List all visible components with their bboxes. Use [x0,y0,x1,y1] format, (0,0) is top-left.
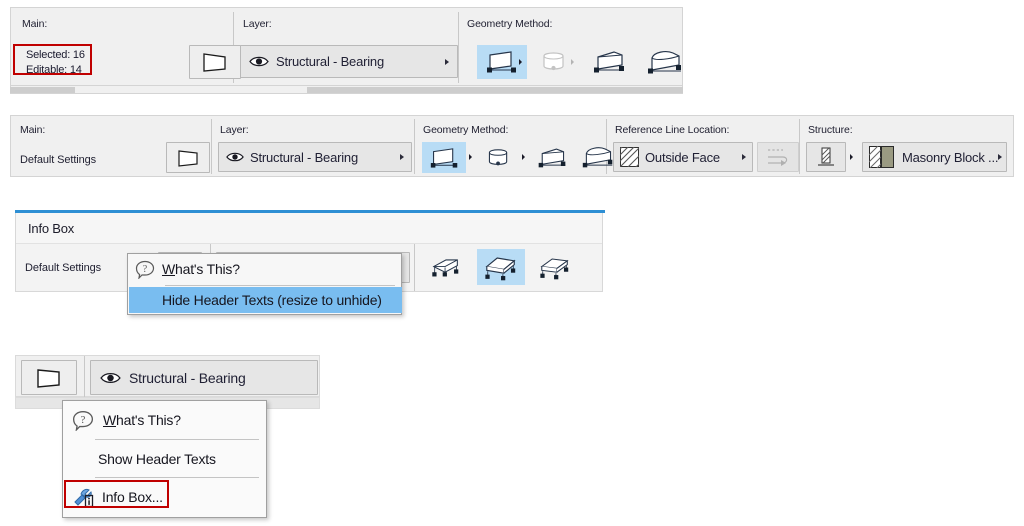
slab-plain-icon [538,255,572,280]
layer-value-p4: Structural - Bearing [129,369,246,386]
label-geometry-p2: Geometry Method: [423,124,509,136]
divider-2-p2 [414,119,415,174]
divider-4-p2 [799,119,800,174]
menu-item-info-box[interactable]: Info Box... [63,478,266,516]
wall-tool-button-p2[interactable] [166,142,210,173]
menu-item-hide-header-texts[interactable]: Hide Header Texts (resize to unhide) [129,287,402,313]
panel-info-box-compact: Structural - Bearing [15,355,320,397]
question-balloon-icon: ? [135,260,155,279]
menu-item-label: What's This? [162,261,240,277]
layer-combo-p2[interactable]: Structural - Bearing [218,142,412,172]
chevron-right-icon[interactable] [998,154,1003,160]
wall-tool-icon [176,148,201,168]
flip-wall-icon [765,147,791,167]
structure-type-button-p2[interactable] [806,142,846,172]
menu-item-whats-this-top[interactable]: ? What's This? [128,254,401,284]
chevron-right-icon[interactable] [742,154,746,160]
svg-text:?: ? [143,264,148,275]
polygon-wall-icon [646,49,684,76]
eye-icon [249,55,269,68]
geometry-curved-wall-p2[interactable] [477,142,519,173]
eye-icon [226,151,244,163]
reference-line-combo-p2[interactable]: Outside Face [613,142,753,172]
infobox-title: Info Box [28,221,75,236]
geometry-trapezoid-wall-p1[interactable] [583,45,635,79]
infobox-title-bar [16,213,602,244]
geometry-slab-solid-p3[interactable] [477,249,525,285]
wall-tool-button-p1[interactable] [189,45,241,79]
eye-icon [100,371,121,385]
menu-item-label: Show Header Texts [98,450,216,467]
masonry-swatch-icon [869,146,895,168]
panel1-hscrollbar-thumb[interactable] [10,87,75,93]
label-layer-p1: Layer: [243,18,272,30]
geometry-straight-submenu-arrow-p1[interactable] [519,59,522,65]
hatch-swatch-icon [620,147,639,167]
geometry-trapezoid-wall-p2[interactable] [530,142,574,173]
menu-separator-top [165,285,395,286]
structure-type-arrow-p2[interactable] [850,154,853,160]
geometry-straight-wall-p2[interactable] [422,142,466,173]
label-main-p1: Main: [22,18,48,30]
menu-item-label: Hide Header Texts (resize to unhide) [162,292,382,308]
panel-default-settings-wall: Main: Layer: Geometry Method: Reference … [10,115,1014,177]
label-geometry-p1: Geometry Method: [467,18,553,30]
divider-2-p3 [414,244,415,291]
layer-value-p1: Structural - Bearing [276,54,384,69]
main-value-p3: Default Settings [25,262,102,274]
trapezoid-wall-icon [591,49,627,75]
question-balloon-icon: ? [72,410,94,431]
label-main-p2: Main: [20,124,46,136]
composite-structure-icon [816,146,836,168]
divider-1-p4 [84,356,85,397]
panel-selected-elements: Main: Layer: Geometry Method: Selected: … [10,7,683,86]
chevron-right-icon[interactable] [445,58,449,65]
geometry-curved-submenu-arrow-p2[interactable] [522,154,525,160]
curved-wall-icon [538,49,570,75]
curved-wall-icon [484,146,513,170]
layer-combo-p1[interactable]: Structural - Bearing [240,45,458,78]
label-refline-p2: Reference Line Location: [615,124,730,136]
wall-tool-icon [34,366,64,390]
wall-tool-icon [201,51,229,73]
layer-combo-p4[interactable]: Structural - Bearing [90,360,318,395]
editable-count-label: Editable: 14 [26,64,82,76]
geometry-straight-submenu-arrow-p2[interactable] [469,154,472,160]
chevron-right-icon[interactable] [400,154,404,160]
wall-tool-button-p4[interactable] [21,360,77,395]
panel1-hscrollbar-thumb-right[interactable] [307,87,683,93]
geometry-curved-submenu-arrow-p1 [571,59,574,65]
geometry-polygon-wall-p1[interactable] [639,45,691,79]
menu-item-whats-this-bottom[interactable]: ? What's This? [63,401,266,439]
main-value-p2: Default Settings [20,154,97,166]
context-menu-infobox-top[interactable]: ? What's This? Hide Header Texts (resize… [127,253,402,315]
menu-item-label: What's This? [103,412,181,428]
straight-wall-icon [485,49,519,75]
menu-item-label: Info Box... [102,489,163,505]
slab-solid-icon [483,254,519,281]
label-layer-p2: Layer: [220,124,249,136]
geometry-slab-plain-p3[interactable] [532,251,578,283]
reference-line-value-p2: Outside Face [645,149,720,165]
structure-value-p2: Masonry Block ... [902,149,999,165]
slab-edge-icon [429,255,463,280]
structure-combo-p2[interactable]: Masonry Block ... [862,142,1007,172]
layer-value-p2: Structural - Bearing [250,149,358,165]
menu-item-show-header-texts[interactable]: Show Header Texts [63,440,266,477]
geometry-slab-edge-p3[interactable] [423,251,469,283]
trapezoid-wall-icon [536,146,568,170]
divider-2-p1 [458,12,459,83]
polygon-wall-icon [581,145,615,170]
flip-wall-button-p2[interactable] [757,142,799,172]
context-menu-infobox-bottom[interactable]: ? What's This? Show Header Texts Info Bo… [62,400,267,518]
svg-text:?: ? [81,414,86,426]
divider-1-p2 [211,119,212,174]
selected-count-label: Selected: 16 [26,49,85,61]
label-structure-p2: Structure: [808,124,853,136]
straight-wall-icon [429,146,460,170]
info-box-tool-icon [72,486,94,508]
